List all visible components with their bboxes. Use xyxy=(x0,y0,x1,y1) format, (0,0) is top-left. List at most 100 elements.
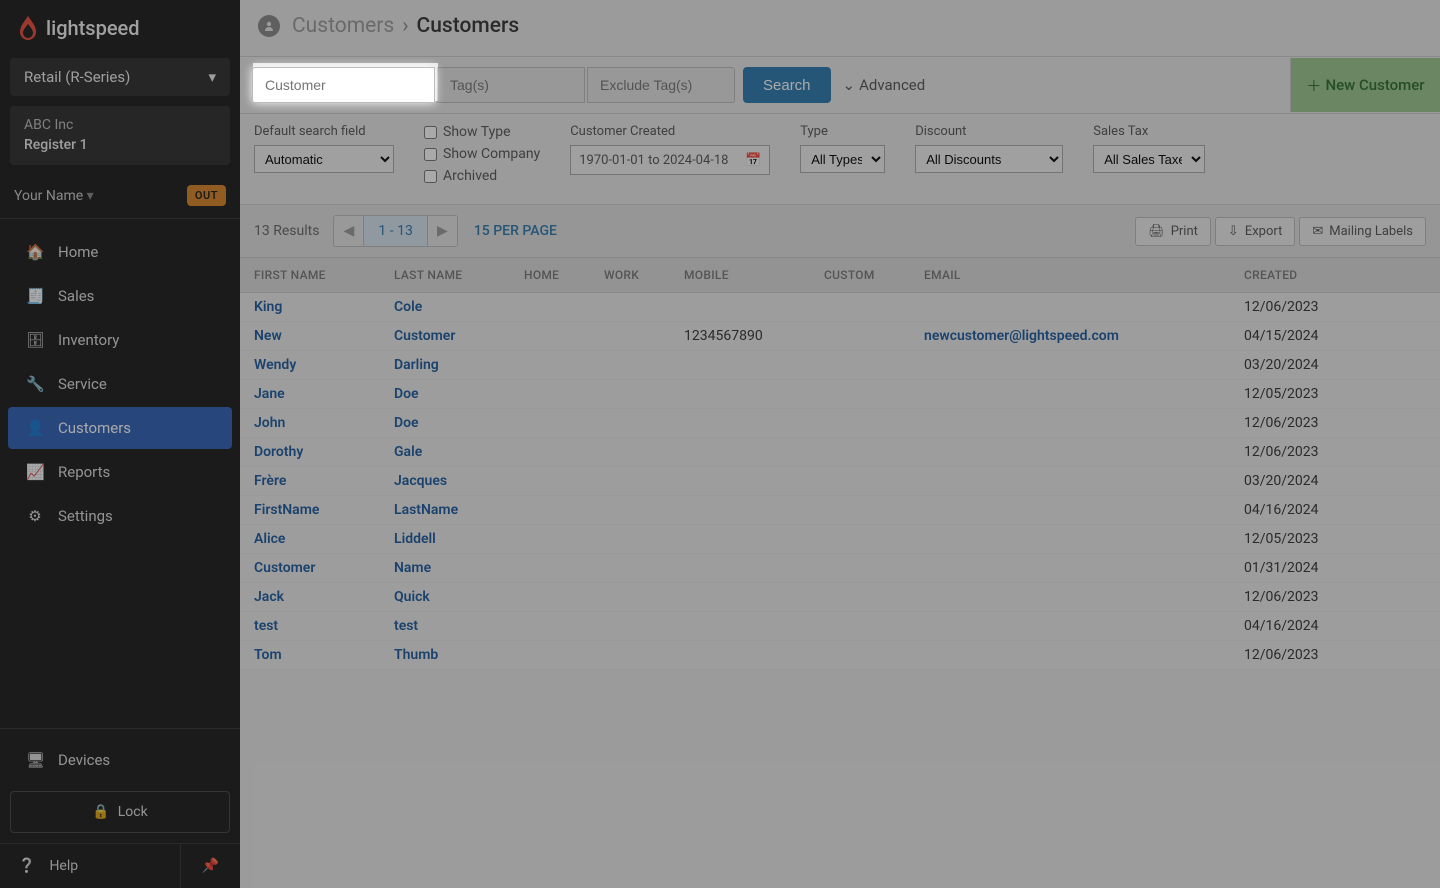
cell-email[interactable]: newcustomer@lightspeed.com xyxy=(910,322,1230,351)
nav-devices[interactable]: 🖥Devices xyxy=(8,739,232,781)
type-select[interactable]: All Types xyxy=(800,145,885,173)
nav-sales[interactable]: 🧾Sales xyxy=(8,275,232,317)
nav-customers[interactable]: 👤Customers xyxy=(8,407,232,449)
cell-last-name[interactable]: Customer xyxy=(380,322,510,351)
nav-service[interactable]: 🔧Service xyxy=(8,363,232,405)
col-last-name[interactable]: LAST NAME xyxy=(380,258,510,293)
cell-first-name[interactable]: Alice xyxy=(240,525,380,554)
cell-first-name[interactable]: King xyxy=(240,293,380,322)
cell-home xyxy=(510,612,590,641)
table-row[interactable]: DorothyGale12/06/2023 xyxy=(240,438,1440,467)
pin-button[interactable]: 📌 xyxy=(180,844,240,888)
search-exclude-tags-input[interactable] xyxy=(587,67,735,103)
mailing-labels-button[interactable]: ✉Mailing Labels xyxy=(1299,217,1426,246)
cell-first-name[interactable]: FirstName xyxy=(240,496,380,525)
nav-help[interactable]: ❔Help xyxy=(0,844,180,888)
brand-logo: lightspeed xyxy=(0,0,240,50)
default-search-field-block: Default search field Automatic xyxy=(254,124,394,190)
advanced-toggle[interactable]: ⌄Advanced xyxy=(843,76,926,94)
table-row[interactable]: TomThumb 12/06/2023 xyxy=(240,641,1440,670)
pager-prev[interactable]: ◀ xyxy=(334,216,364,246)
cell-work xyxy=(590,496,670,525)
per-page-select[interactable]: 15 PER PAGE xyxy=(474,223,557,239)
cell-last-name[interactable]: LastName xyxy=(380,496,510,525)
cell-last-name[interactable]: Darling xyxy=(380,351,510,380)
cell-first-name[interactable]: Customer xyxy=(240,554,380,583)
search-button[interactable]: Search xyxy=(743,67,831,103)
cell-first-name[interactable]: Frère xyxy=(240,467,380,496)
col-home[interactable]: HOME xyxy=(510,258,590,293)
drawer-icon: 🗄 xyxy=(26,331,44,349)
default-search-select[interactable]: Automatic xyxy=(254,145,394,173)
breadcrumb-parent[interactable]: Customers xyxy=(292,14,394,38)
cell-last-name[interactable]: Doe xyxy=(380,380,510,409)
search-tags-input[interactable] xyxy=(437,67,585,103)
table-row[interactable]: FrèreJacques03/20/2024 xyxy=(240,467,1440,496)
pager-next[interactable]: ▶ xyxy=(427,216,457,246)
table-row[interactable]: NewCustomer1234567890newcustomer@lightsp… xyxy=(240,322,1440,351)
col-custom[interactable]: CUSTOM xyxy=(810,258,910,293)
col-created[interactable]: CREATED xyxy=(1230,258,1440,293)
cell-first-name[interactable]: Jack xyxy=(240,583,380,612)
cell-email xyxy=(910,583,1230,612)
cell-last-name[interactable]: Liddell xyxy=(380,525,510,554)
discount-select[interactable]: All Discounts xyxy=(915,145,1063,173)
nav-inventory[interactable]: 🗄Inventory xyxy=(8,319,232,361)
date-range-input[interactable]: 1970-01-01 to 2024-04-18 📅 xyxy=(570,145,770,175)
new-customer-button[interactable]: ＋New Customer xyxy=(1290,58,1440,112)
nav-reports[interactable]: 📈Reports xyxy=(8,451,232,493)
cell-first-name[interactable]: Dorothy xyxy=(240,438,380,467)
cell-work xyxy=(590,409,670,438)
cell-first-name[interactable]: John xyxy=(240,409,380,438)
cell-last-name[interactable]: Doe xyxy=(380,409,510,438)
table-row[interactable]: JohnDoe12/06/2023 xyxy=(240,409,1440,438)
clock-status-badge[interactable]: OUT xyxy=(187,185,226,206)
col-mobile[interactable]: MOBILE xyxy=(670,258,810,293)
cell-first-name[interactable]: New xyxy=(240,322,380,351)
cell-last-name[interactable]: Jacques xyxy=(380,467,510,496)
cell-last-name[interactable]: test xyxy=(380,612,510,641)
cell-created: 12/06/2023 xyxy=(1230,641,1440,670)
nav-home[interactable]: 🏠Home xyxy=(8,231,232,273)
cell-work xyxy=(590,293,670,322)
cell-email xyxy=(910,554,1230,583)
cell-last-name[interactable]: Name xyxy=(380,554,510,583)
cell-last-name[interactable]: Cole xyxy=(380,293,510,322)
table-row[interactable]: JaneDoe12/05/2023 xyxy=(240,380,1440,409)
table-row[interactable]: FirstNameLastName04/16/2024 xyxy=(240,496,1440,525)
table-row[interactable]: CustomerName01/31/2024 xyxy=(240,554,1440,583)
cell-first-name[interactable]: test xyxy=(240,612,380,641)
col-first-name[interactable]: FIRST NAME xyxy=(240,258,380,293)
sidebar: lightspeed Retail (R-Series) ▾ ABC Inc R… xyxy=(0,0,240,888)
search-customer-input[interactable] xyxy=(252,67,435,103)
col-email[interactable]: EMAIL xyxy=(910,258,1230,293)
col-work[interactable]: WORK xyxy=(590,258,670,293)
product-selector[interactable]: Retail (R-Series) ▾ xyxy=(10,58,230,96)
salestax-select[interactable]: All Sales Taxes xyxy=(1093,145,1205,173)
cell-first-name[interactable]: Tom xyxy=(240,641,380,670)
lock-button[interactable]: 🔒Lock xyxy=(10,791,230,833)
cell-first-name[interactable]: Wendy xyxy=(240,351,380,380)
cell-mobile xyxy=(670,583,810,612)
cell-first-name[interactable]: Jane xyxy=(240,380,380,409)
archived-checkbox[interactable]: Archived xyxy=(424,168,540,184)
table-row[interactable]: KingCole12/06/2023 xyxy=(240,293,1440,322)
register-icon: 🧾 xyxy=(26,287,44,305)
show-company-checkbox[interactable]: Show Company xyxy=(424,146,540,162)
user-row[interactable]: Your Name ▾ OUT xyxy=(0,173,240,219)
table-row[interactable]: JackQuick12/06/2023 xyxy=(240,583,1440,612)
nav-settings[interactable]: ⚙Settings xyxy=(8,495,232,537)
cell-created: 12/05/2023 xyxy=(1230,525,1440,554)
cell-last-name[interactable]: Gale xyxy=(380,438,510,467)
store-register-box[interactable]: ABC Inc Register 1 xyxy=(10,106,230,165)
table-row[interactable]: testtest04/16/2024 xyxy=(240,612,1440,641)
table-row[interactable]: AliceLiddell 12/05/2023 xyxy=(240,525,1440,554)
table-row[interactable]: WendyDarling03/20/2024 xyxy=(240,351,1440,380)
cell-last-name[interactable]: Quick xyxy=(380,583,510,612)
show-type-checkbox[interactable]: Show Type xyxy=(424,124,540,140)
caret-down-icon: ▾ xyxy=(87,188,94,204)
cell-home xyxy=(510,525,590,554)
cell-last-name[interactable]: Thumb xyxy=(380,641,510,670)
export-button[interactable]: ⇩Export xyxy=(1215,217,1295,246)
print-button[interactable]: 🖨Print xyxy=(1135,217,1211,246)
